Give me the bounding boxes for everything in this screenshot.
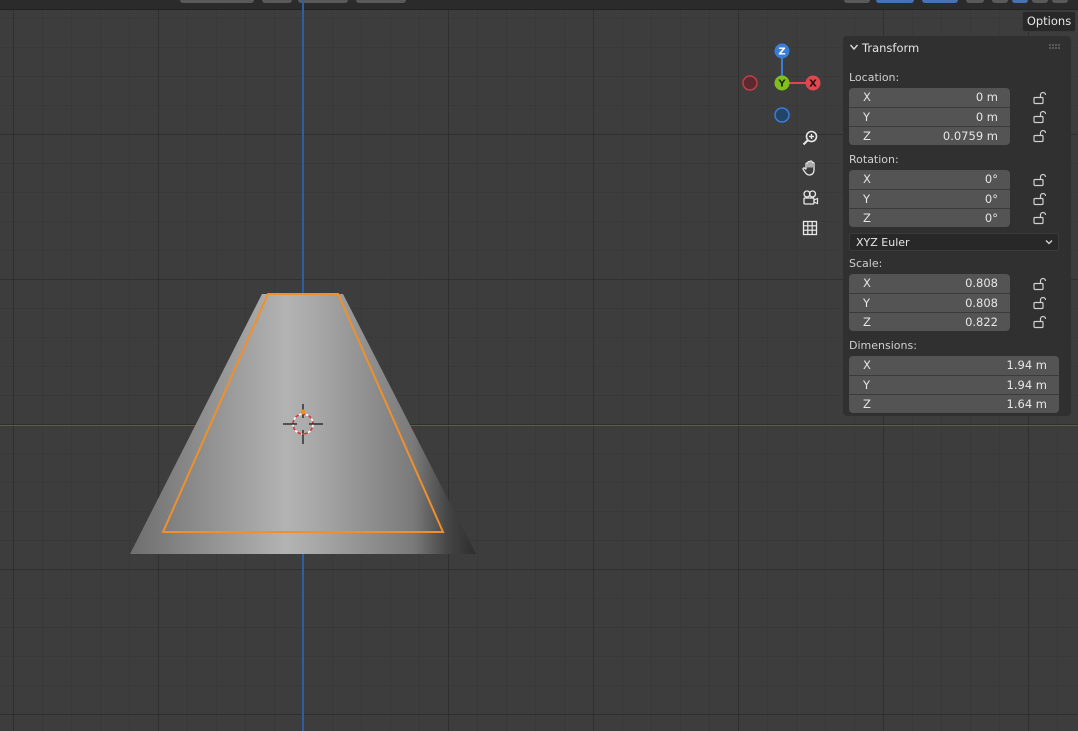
location-x-field[interactable]: X 0 m [849, 88, 1010, 107]
scale-label: Scale: [849, 257, 883, 270]
scale-x-value: 0.808 [965, 276, 998, 290]
rotation-z-value: 0° [984, 211, 998, 225]
scale-x-field[interactable]: X 0.808 [849, 274, 1010, 293]
rotation-y-lock-icon[interactable] [1032, 192, 1046, 206]
scale-x-axis: X [863, 276, 871, 290]
location-y-lock-icon[interactable] [1032, 110, 1046, 124]
rotation-mode-value: XYZ Euler [856, 236, 910, 249]
rotation-x-field[interactable]: X 0° [849, 170, 1010, 189]
zoom-view-button[interactable] [796, 125, 824, 151]
scale-z-lock-icon[interactable] [1032, 315, 1046, 329]
rotation-z-axis: Z [863, 211, 871, 225]
dimensions-z-axis: Z [863, 397, 871, 411]
transform-panel-header[interactable]: Transform [843, 36, 1071, 60]
dimensions-z-value: 1.64 m [1006, 397, 1047, 411]
hand-icon [802, 160, 815, 176]
gizmo-negative-x-axis[interactable] [742, 75, 758, 91]
object-origin-icon [300, 409, 306, 415]
scale-z-axis: Z [863, 315, 871, 329]
drag-handle-icon[interactable] [1049, 44, 1061, 50]
grid-icon [802, 220, 818, 236]
scale-y-lock-icon[interactable] [1032, 296, 1046, 310]
dimensions-x-axis: X [863, 358, 871, 372]
dimensions-z-field[interactable]: Z 1.64 m [849, 394, 1059, 413]
location-z-field[interactable]: Z 0.0759 m [849, 126, 1010, 145]
navigation-gizmo[interactable]: Z X Y [740, 42, 824, 126]
location-x-value: 0 m [975, 90, 998, 104]
rotation-z-field[interactable]: Z 0° [849, 208, 1010, 227]
rotation-y-value: 0° [984, 192, 998, 206]
scale-y-value: 0.808 [965, 296, 998, 310]
dimensions-y-axis: Y [863, 378, 871, 392]
chevron-down-icon [1045, 240, 1053, 245]
dimensions-y-value: 1.94 m [1006, 378, 1047, 392]
chevron-down-icon [849, 44, 859, 51]
rotation-y-axis: Y [863, 192, 871, 206]
location-y-axis: Y [863, 110, 871, 124]
location-y-field[interactable]: Y 0 m [849, 107, 1010, 126]
scale-y-field[interactable]: Y 0.808 [849, 293, 1010, 312]
scale-z-value: 0.822 [965, 315, 998, 329]
location-z-value: 0.0759 m [942, 129, 998, 143]
gizmo-y-label: Y [777, 79, 786, 90]
location-z-lock-icon[interactable] [1032, 129, 1046, 143]
transform-sidebar: Transform Location: X 0 m Y 0 m Z 0.0759… [843, 36, 1071, 416]
rotation-mode-dropdown[interactable]: XYZ Euler [849, 233, 1059, 251]
panel-title: Transform [862, 41, 920, 55]
scale-y-axis: Y [863, 296, 871, 310]
dimensions-label: Dimensions: [849, 339, 917, 352]
gizmo-negative-z-axis[interactable] [774, 107, 790, 123]
scale-z-field[interactable]: Z 0.822 [849, 312, 1010, 331]
rotation-z-lock-icon[interactable] [1032, 211, 1046, 225]
zoom-icon [802, 130, 818, 146]
location-y-value: 0 m [975, 110, 998, 124]
scale-x-lock-icon[interactable] [1032, 277, 1046, 291]
gizmo-x-label: X [809, 79, 817, 90]
camera-icon [803, 190, 819, 205]
rotation-y-field[interactable]: Y 0° [849, 189, 1010, 208]
rotation-x-lock-icon[interactable] [1032, 173, 1046, 187]
location-z-axis: Z [863, 129, 871, 143]
dimensions-y-field[interactable]: Y 1.94 m [849, 375, 1059, 394]
rotation-x-value: 0° [984, 172, 998, 186]
perspective-toggle-button[interactable] [796, 215, 824, 241]
rotation-x-axis: X [863, 172, 871, 186]
location-x-lock-icon[interactable] [1032, 91, 1046, 105]
gizmo-z-label: Z [778, 47, 785, 58]
pan-view-button[interactable] [796, 155, 824, 181]
options-button[interactable]: Options [1022, 11, 1076, 32]
dimensions-x-field[interactable]: X 1.94 m [849, 356, 1059, 375]
location-label: Location: [849, 71, 900, 84]
location-x-axis: X [863, 90, 871, 104]
rotation-label: Rotation: [849, 153, 899, 166]
camera-view-button[interactable] [796, 185, 824, 211]
dimensions-x-value: 1.94 m [1006, 358, 1047, 372]
